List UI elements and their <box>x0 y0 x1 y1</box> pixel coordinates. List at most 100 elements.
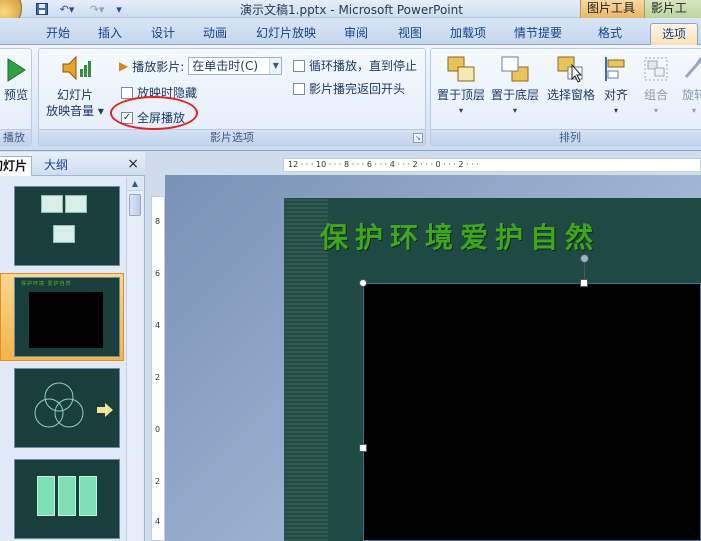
bring-to-front-button[interactable]: 置于顶层 ▾ <box>435 55 487 119</box>
loop-row[interactable]: 循环播放，直到停止 <box>293 57 417 74</box>
bring-front-icon <box>447 56 475 82</box>
loop-label: 循环播放，直到停止 <box>309 59 418 73</box>
group-label: 组合 <box>643 88 668 102</box>
rewind-row[interactable]: 影片播完返回开头 <box>293 80 405 97</box>
vruler-tick-4: 4 <box>155 321 161 330</box>
preview-label: 预览 <box>3 88 28 102</box>
selection-pane-button[interactable]: 选择窗格 <box>543 55 599 103</box>
tab-storyboard[interactable]: 情节提要 <box>506 23 570 45</box>
rotate-button[interactable]: 旋转 ▾ <box>679 55 701 119</box>
scroll-up-icon[interactable]: ▲ <box>127 177 143 191</box>
slide-thumbnail-2[interactable]: 保护环境 爱护自然 <box>14 277 120 357</box>
window-title: 演示文稿1.pptx - Microsoft PowerPoint <box>240 3 463 17</box>
speaker-icon <box>62 55 91 81</box>
tab-insert[interactable]: 插入 <box>90 23 130 45</box>
align-icon <box>605 57 625 81</box>
dialog-launcher-icon[interactable]: ↘ <box>413 133 423 143</box>
group-button[interactable]: 组合 ▾ <box>637 55 675 119</box>
chevron-down-icon: ▾ <box>512 106 517 115</box>
rotate-icon <box>684 57 701 78</box>
tab-animations[interactable]: 动画 <box>195 23 235 45</box>
venn-diagram-icon <box>34 382 113 428</box>
tab-review[interactable]: 审阅 <box>336 23 376 45</box>
selection-pane-icon <box>557 56 583 83</box>
slides-panel: 幻灯片 大纲 × 保护环境 爱护自然 <box>0 152 145 541</box>
slide-title[interactable]: 保护环境爱护自然 <box>320 216 600 256</box>
send-to-back-button[interactable]: 置于底层 ▾ <box>489 55 541 119</box>
thumb2-title: 保护环境 爱护自然 <box>21 281 72 287</box>
chevron-down-icon: ▾ <box>653 106 658 115</box>
play-movie-row: ▶ 播放影片: 在单击时(C) ▼ <box>119 57 283 75</box>
slide-thumbnail-3[interactable] <box>14 368 120 448</box>
slide-thumbnail-1[interactable] <box>14 186 120 266</box>
preview-button[interactable]: 预览 <box>1 57 31 103</box>
slide-thumbnail-4[interactable] <box>14 459 120 539</box>
annotation-ellipse <box>110 96 198 130</box>
send-back-label: 置于底层 <box>490 88 539 102</box>
play-icon <box>7 58 26 82</box>
horizontal-ruler: 12 · · · 10 · · · 8 · · · 6 · · · 4 · · … <box>283 158 701 172</box>
vruler-tick-8: 8 <box>155 217 161 226</box>
hide-checkbox[interactable] <box>121 86 133 99</box>
horizontal-ruler-ticks: 12 · · · 10 · · · 8 · · · 6 · · · 4 · · … <box>288 160 479 169</box>
tab-outline[interactable]: 大纲 <box>40 156 72 176</box>
resize-handle-top[interactable] <box>580 279 588 287</box>
align-label: 对齐 <box>603 88 628 102</box>
group-arrange-label: 排列 <box>431 129 701 145</box>
quick-access-toolbar: ↶▾ ↷▾ ▾ <box>34 1 124 17</box>
movie-object[interactable] <box>363 283 701 541</box>
loop-checkbox[interactable] <box>293 59 305 72</box>
tab-slideshow[interactable]: 幻灯片放映 <box>248 23 324 45</box>
tab-options[interactable]: 选项 <box>650 23 698 45</box>
close-icon[interactable]: × <box>127 156 139 172</box>
context-tab-picture-tools: 图片工具 <box>580 0 644 18</box>
rewind-label: 影片播完返回开头 <box>309 82 406 96</box>
ribbon: 预览 播放 幻灯片 放映音量 ▾ ▶ 播放影片: 在单击时(C) ▼ 放映时隐藏 <box>0 45 701 151</box>
tab-view[interactable]: 视图 <box>390 23 430 45</box>
slides-scrollbar[interactable]: ▲ <box>126 177 143 541</box>
play-movie-combo[interactable]: 在单击时(C) ▼ <box>188 57 283 75</box>
save-icon[interactable] <box>34 2 50 16</box>
send-back-icon <box>501 56 529 82</box>
tab-slides[interactable]: 幻灯片 <box>0 156 33 176</box>
context-tab-movie-tools: 影片工具 <box>644 0 701 32</box>
play-movie-value: 在单击时(C) <box>192 59 259 73</box>
volume-label-1: 幻灯片 <box>56 88 93 102</box>
play-movie-icon: ▶ <box>119 59 129 73</box>
group-movie-options-label: 影片选项 <box>39 129 425 145</box>
undo-icon[interactable]: ↶▾ <box>54 2 80 16</box>
resize-handle-top-left[interactable] <box>359 279 367 287</box>
ribbon-tabs: 开始 插入 设计 动画 幻灯片放映 审阅 视图 加载项 情节提要 格式 选项 <box>0 18 701 45</box>
vertical-ruler: 8 6 4 2 0 2 4 <box>151 196 165 541</box>
chevron-down-icon: ▾ <box>691 106 696 115</box>
vruler-tick-2: 2 <box>155 373 161 382</box>
rotate-label: 旋转 <box>681 88 701 102</box>
group-arrange: 置于顶层 ▾ 置于底层 ▾ 选择窗格 对齐 ▾ 组合 ▾ 旋转 ▾ 排列 <box>430 48 701 146</box>
tab-format[interactable]: 格式 <box>588 23 632 45</box>
scroll-thumb[interactable] <box>129 194 141 216</box>
rotation-handle[interactable] <box>580 254 589 263</box>
rewind-checkbox[interactable] <box>293 82 305 95</box>
chevron-down-icon: ▾ <box>458 106 463 115</box>
vruler-tick-4b: 4 <box>155 517 161 526</box>
vruler-tick-0: 0 <box>155 425 161 434</box>
bring-front-label: 置于顶层 <box>436 88 485 102</box>
chevron-down-icon: ▾ <box>613 106 618 115</box>
vruler-tick-6: 6 <box>155 269 161 278</box>
play-movie-label: 播放影片: <box>132 59 185 74</box>
chevron-down-icon[interactable]: ▼ <box>269 58 282 74</box>
tab-home[interactable]: 开始 <box>38 23 78 45</box>
align-button[interactable]: 对齐 ▾ <box>599 55 633 119</box>
redo-icon[interactable]: ↷▾ <box>84 2 110 16</box>
tab-addins[interactable]: 加载项 <box>442 23 494 45</box>
resize-handle-left[interactable] <box>359 444 367 452</box>
group-play: 预览 播放 <box>0 48 32 146</box>
title-bar: ↶▾ ↷▾ ▾ 演示文稿1.pptx - Microsoft PowerPoin… <box>0 0 701 32</box>
group-play-label: 播放 <box>0 129 31 145</box>
selection-pane-label: 选择窗格 <box>546 88 595 102</box>
slideshow-volume-button[interactable]: 幻灯片 放映音量 ▾ <box>45 53 105 119</box>
panel-tabs: 幻灯片 大纲 × <box>0 152 145 176</box>
tab-design[interactable]: 设计 <box>143 23 183 45</box>
slide-thumbnails: 保护环境 爱护自然 <box>0 177 126 541</box>
qat-customize-icon[interactable]: ▾ <box>114 2 124 16</box>
